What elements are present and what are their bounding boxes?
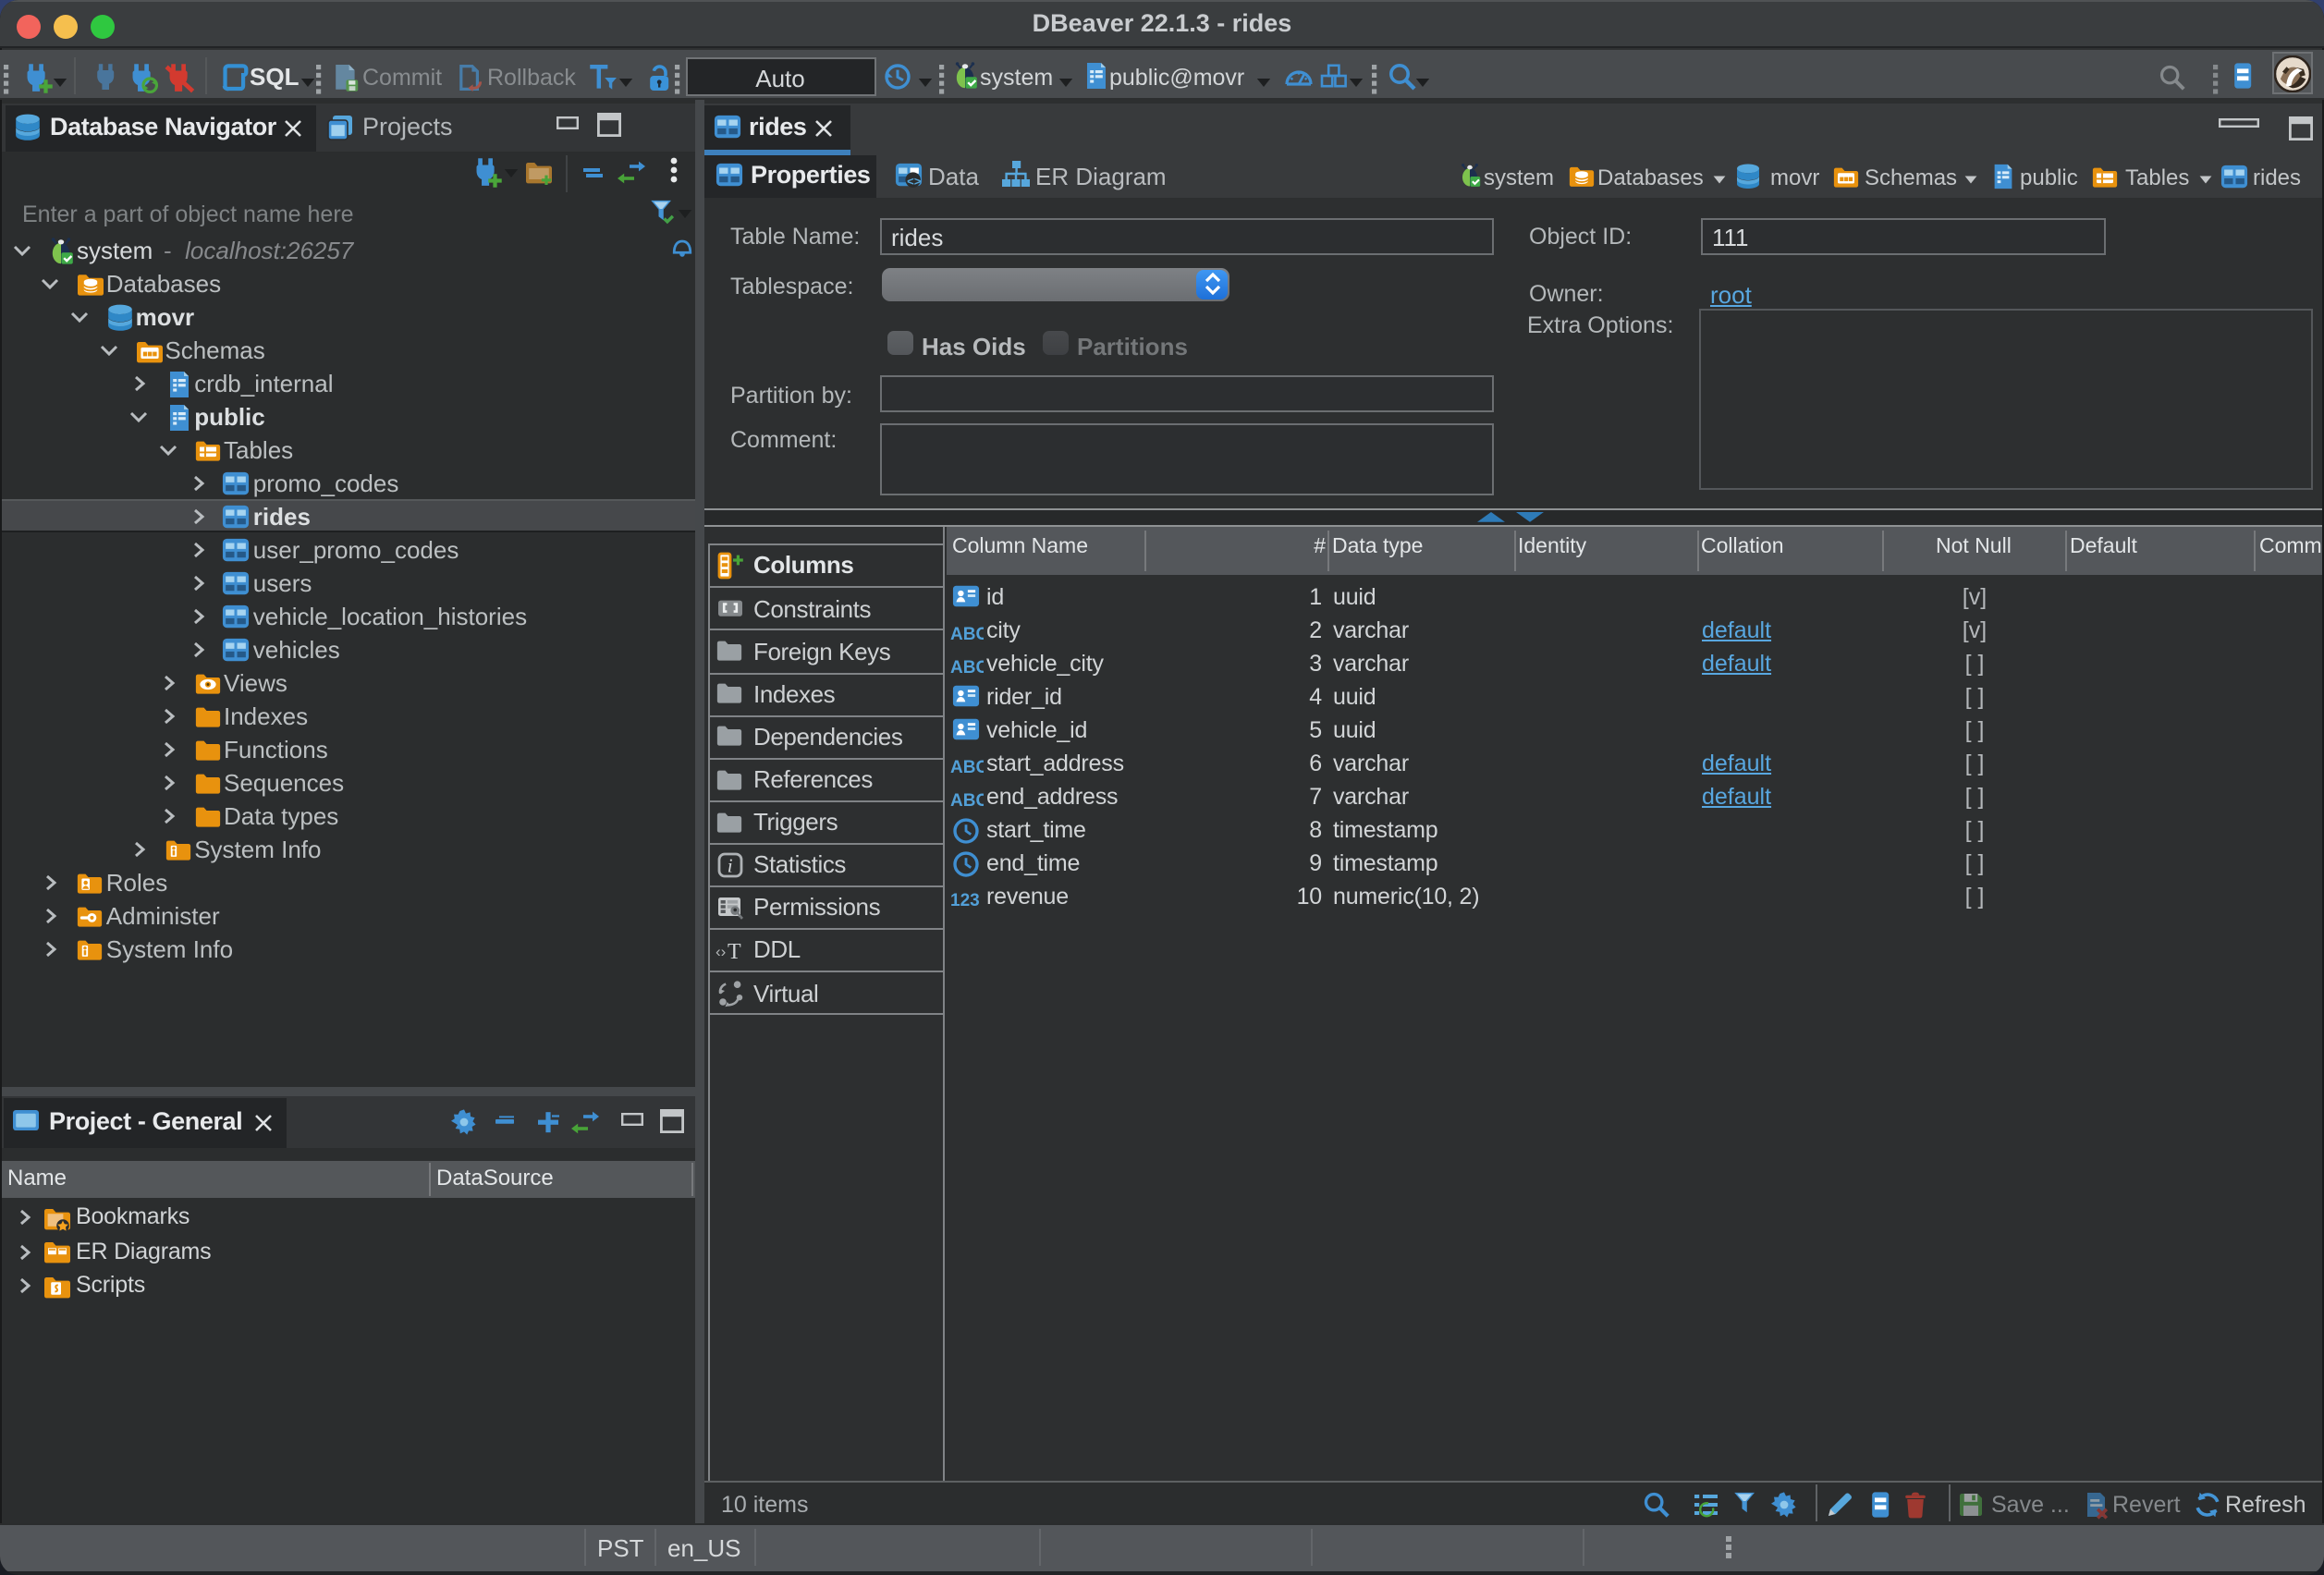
svg-text:ABC: ABC — [949, 757, 983, 775]
svg-text:ABC: ABC — [949, 790, 983, 809]
svg-text:i: i — [728, 854, 733, 876]
svg-text:ABC: ABC — [949, 624, 983, 642]
svg-text:123: 123 — [949, 890, 979, 909]
svg-text:ABC: ABC — [949, 657, 983, 676]
svg-text:<>: <> — [907, 174, 922, 188]
svg-text:T: T — [728, 940, 741, 964]
svg-text:‹›: ‹› — [716, 943, 726, 960]
